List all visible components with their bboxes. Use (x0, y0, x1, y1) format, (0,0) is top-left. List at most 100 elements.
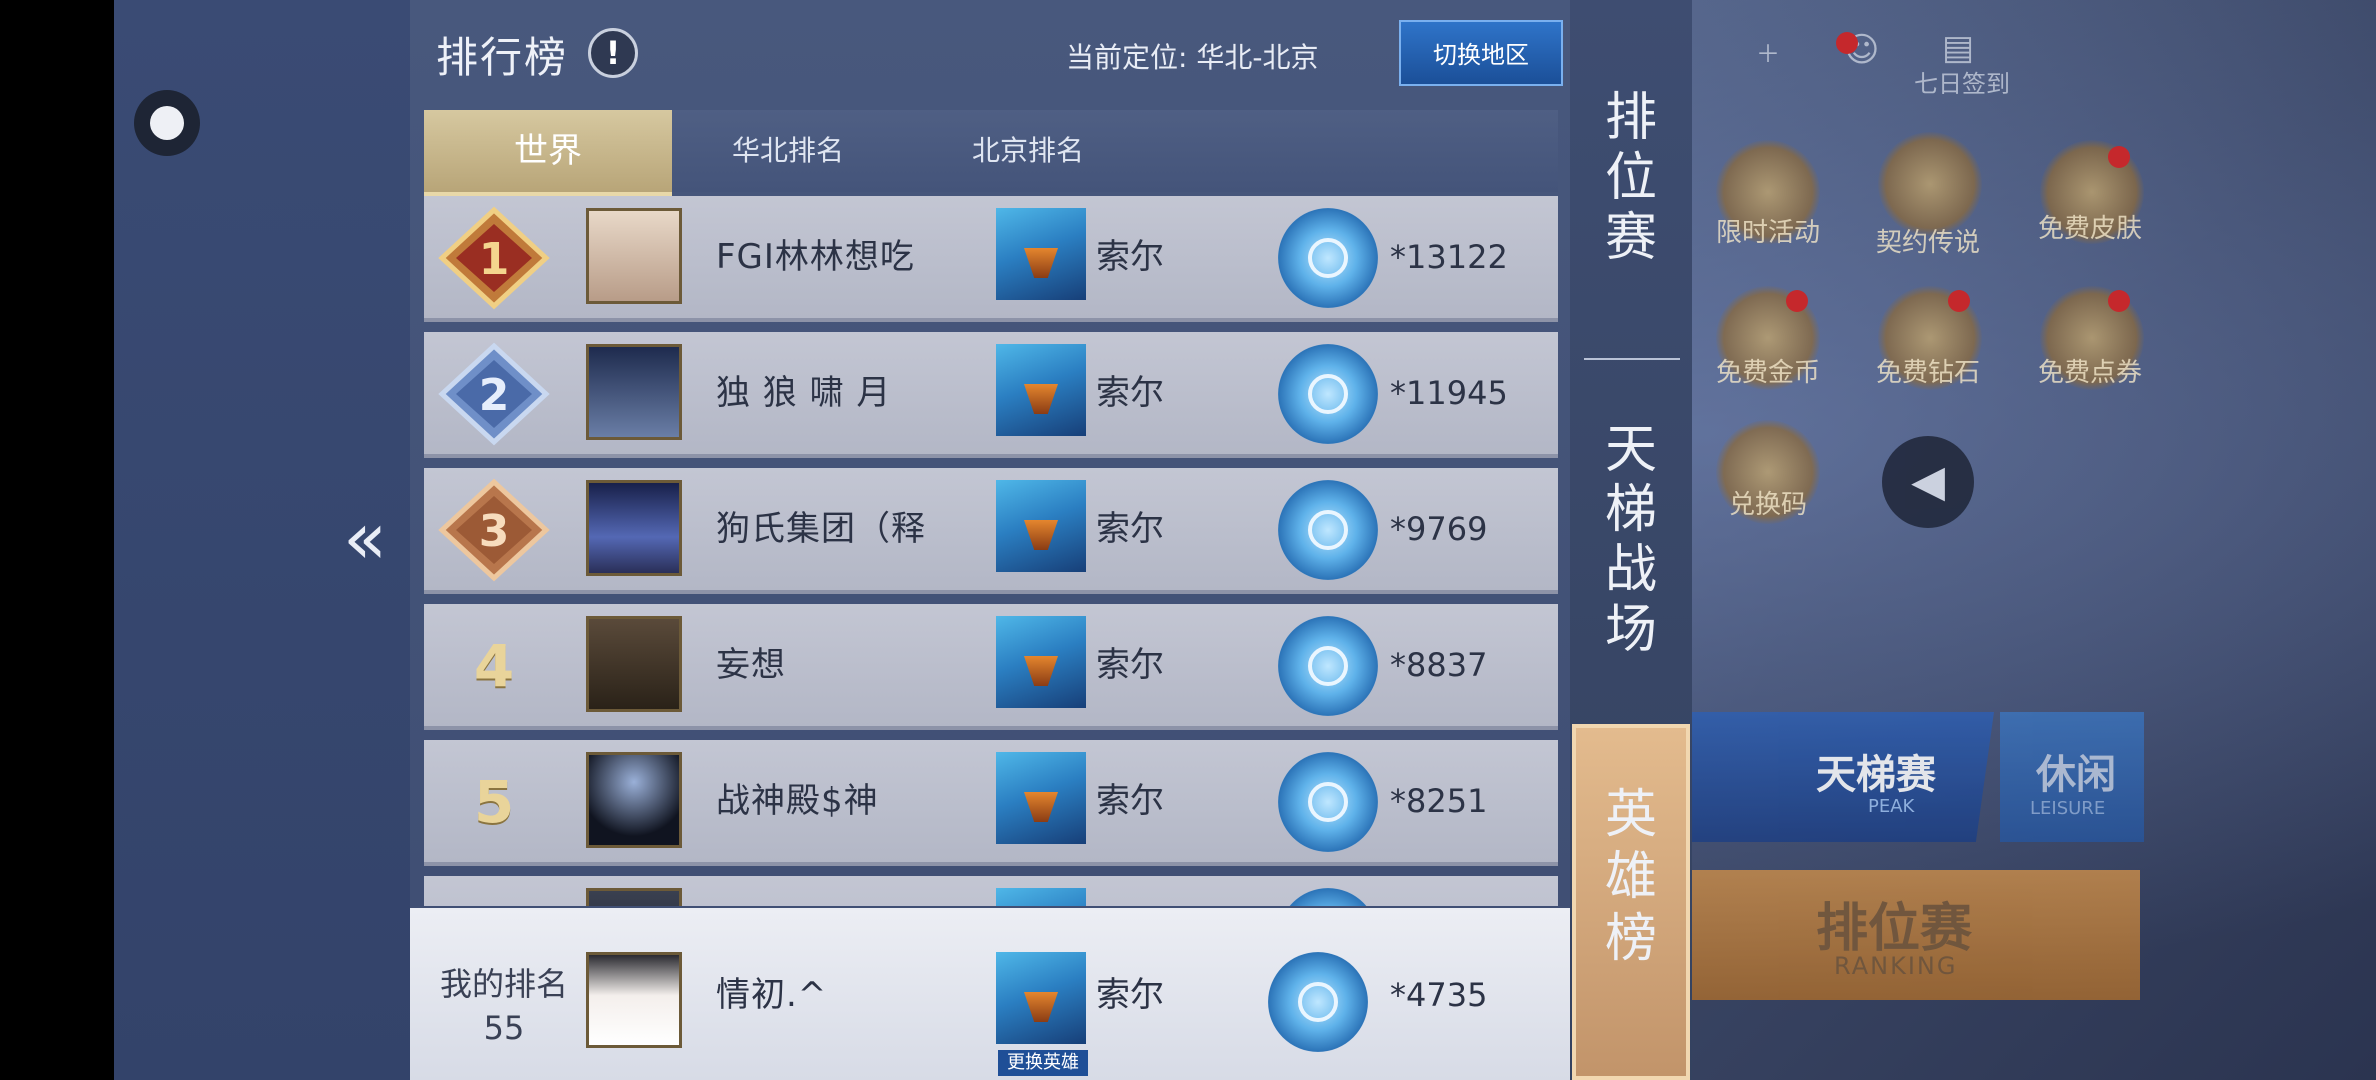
notification-dot (1786, 290, 1808, 312)
table-row[interactable]: 1 FGI林林想吃 索尔 *13122 (424, 196, 1558, 322)
hero-portrait (996, 344, 1086, 436)
location-label: 当前定位: 华北-北京 (1066, 41, 1319, 74)
ranking-title: 排位赛 (1816, 899, 1973, 959)
my-rank-number: 55 (483, 1009, 525, 1047)
info-icon[interactable]: ! (588, 28, 638, 78)
hero-portrait (996, 888, 1086, 906)
score-value: *8837 (1390, 646, 1488, 684)
medal-icon (1278, 888, 1378, 906)
menu-label: 契约传说 (1875, 228, 1980, 258)
table-row[interactable]: 2 独 狼 啸 月 索尔 *11945 (424, 332, 1558, 458)
ranking-mode-button[interactable]: 排位赛 RANKING (1692, 870, 2140, 1000)
leaderboard-category-tabs: 排位赛 天梯战场 英雄榜 (1570, 0, 1692, 1080)
avatar[interactable] (586, 344, 682, 440)
floating-menu-button[interactable] (134, 90, 200, 156)
change-hero-button[interactable]: 更换英雄 (998, 1050, 1088, 1076)
daily-signin-label: 七日签到 (1914, 70, 2010, 98)
rank-number: 4 (473, 632, 515, 700)
my-player-name: 情初.^ (716, 975, 828, 1015)
tab-world[interactable]: 世界 (424, 110, 672, 196)
leisure-mode-button[interactable]: 休闲 LEISURE (2000, 712, 2144, 842)
score-value: *8251 (1390, 782, 1488, 820)
hero-portrait (996, 616, 1086, 708)
avatar[interactable] (586, 480, 682, 576)
my-score-value: *4735 (1390, 976, 1488, 1014)
notification-dot (1836, 32, 1858, 54)
menu-label: 免费金币 (1715, 358, 1820, 388)
rank-1-badge-icon: 1 (438, 206, 550, 310)
score-value: *9769 (1390, 510, 1488, 548)
player-name: 独 狼 啸 月 (716, 373, 892, 413)
hero-name: 索尔 (1096, 645, 1164, 685)
tab-hero-ranking[interactable]: 英雄榜 (1572, 724, 1690, 1080)
player-name: 战神殿$神 (716, 781, 879, 821)
menu-label: 限时活动 (1715, 218, 1820, 248)
peak-mode-button[interactable]: 天梯赛 PEAK (1692, 712, 1994, 842)
leaderboard-panel: 排行榜 ! 当前定位: 华北-北京 切换地区 世界 华北排名 北京排名 1 FG… (410, 0, 1570, 1080)
leisure-subtitle: LEISURE (2030, 798, 2106, 819)
tab-north-china[interactable]: 华北排名 (688, 110, 888, 192)
table-row[interactable]: 3 狗氏集团（释 索尔 *9769 (424, 468, 1558, 594)
score-value: *11945 (1390, 374, 1508, 412)
tab-ranked-match-label: 排位赛 (1604, 88, 1657, 268)
avatar[interactable] (586, 208, 682, 304)
medal-icon (1278, 752, 1378, 852)
medal-icon (1278, 616, 1378, 716)
hero-name: 索尔 (1096, 781, 1164, 821)
panel-header: 排行榜 ! 当前定位: 华北-北京 切换地区 (410, 0, 1570, 106)
player-name: 妄想 (716, 645, 786, 685)
medal-icon (1278, 480, 1378, 580)
hero-name: 索尔 (1096, 509, 1164, 549)
rank-number: 3 (479, 506, 510, 557)
medal-icon (1278, 344, 1378, 444)
medal-icon (1268, 952, 1368, 1052)
player-name: 狗氏集团（释 (716, 509, 926, 549)
table-row[interactable] (424, 876, 1558, 906)
my-hero-portrait[interactable] (996, 952, 1086, 1044)
region-tabs: 世界 华北排名 北京排名 (424, 110, 1558, 196)
menu-label: 免费钻石 (1875, 358, 1980, 388)
sound-icon[interactable]: ◀ (1882, 436, 1974, 528)
divider (1584, 358, 1680, 360)
avatar[interactable] (586, 888, 682, 906)
tab-ladder-label: 天梯战场 (1604, 420, 1657, 660)
hero-portrait (996, 752, 1086, 844)
table-row[interactable]: 4 妄想 索尔 *8837 (424, 604, 1558, 730)
avatar[interactable] (586, 616, 682, 712)
medal-icon (1278, 208, 1378, 308)
tab-ranked-match[interactable]: 排位赛 (1570, 88, 1692, 268)
score-value: *13122 (1390, 238, 1508, 276)
signin-icon[interactable]: ▤ (1942, 28, 1974, 68)
my-rank-block: 我的排名 55 (432, 962, 576, 1050)
menu-label: 兑换码 (1728, 490, 1807, 520)
rank-2-badge-icon: 2 (438, 342, 550, 446)
peak-title: 天梯赛 (1816, 752, 1936, 798)
avatar[interactable] (586, 752, 682, 848)
notification-dot (2108, 290, 2130, 312)
peak-subtitle: PEAK (1868, 796, 1915, 817)
tab-hero-ranking-label: 英雄榜 (1604, 785, 1657, 969)
rank-3-badge-icon: 3 (438, 478, 550, 582)
my-avatar[interactable] (586, 952, 682, 1048)
my-rank-row: 我的排名 55 情初.^ 更换英雄 索尔 *4735 (410, 908, 1570, 1080)
switch-region-button[interactable]: 切换地区 (1399, 20, 1563, 86)
rank-number: 1 (479, 234, 510, 285)
notification-dot (2108, 146, 2130, 168)
rank-number: 5 (473, 768, 515, 836)
ranking-subtitle: RANKING (1834, 952, 1958, 980)
ranking-list: 1 FGI林林想吃 索尔 *13122 2 独 狼 啸 月 索尔 *11945 (424, 196, 1558, 906)
tab-beijing[interactable]: 北京排名 (928, 110, 1128, 192)
collapse-arrow-icon[interactable]: « (336, 500, 394, 576)
add-icon[interactable]: ＋ (1756, 34, 1780, 69)
tab-ladder-battlefield[interactable]: 天梯战场 (1570, 420, 1692, 660)
page-title: 排行榜 (436, 33, 569, 82)
table-row[interactable]: 5 战神殿$神 索尔 *8251 (424, 740, 1558, 866)
my-hero-name: 索尔 (1096, 975, 1164, 1015)
player-name: FGI林林想吃 (716, 237, 915, 277)
hero-name: 索尔 (1096, 237, 1164, 277)
contract-legend-icon[interactable] (1878, 132, 1982, 236)
hero-portrait (996, 208, 1086, 300)
my-rank-label: 我的排名 (439, 965, 568, 1003)
leisure-title: 休闲 (2036, 752, 2116, 798)
hero-portrait (996, 480, 1086, 572)
